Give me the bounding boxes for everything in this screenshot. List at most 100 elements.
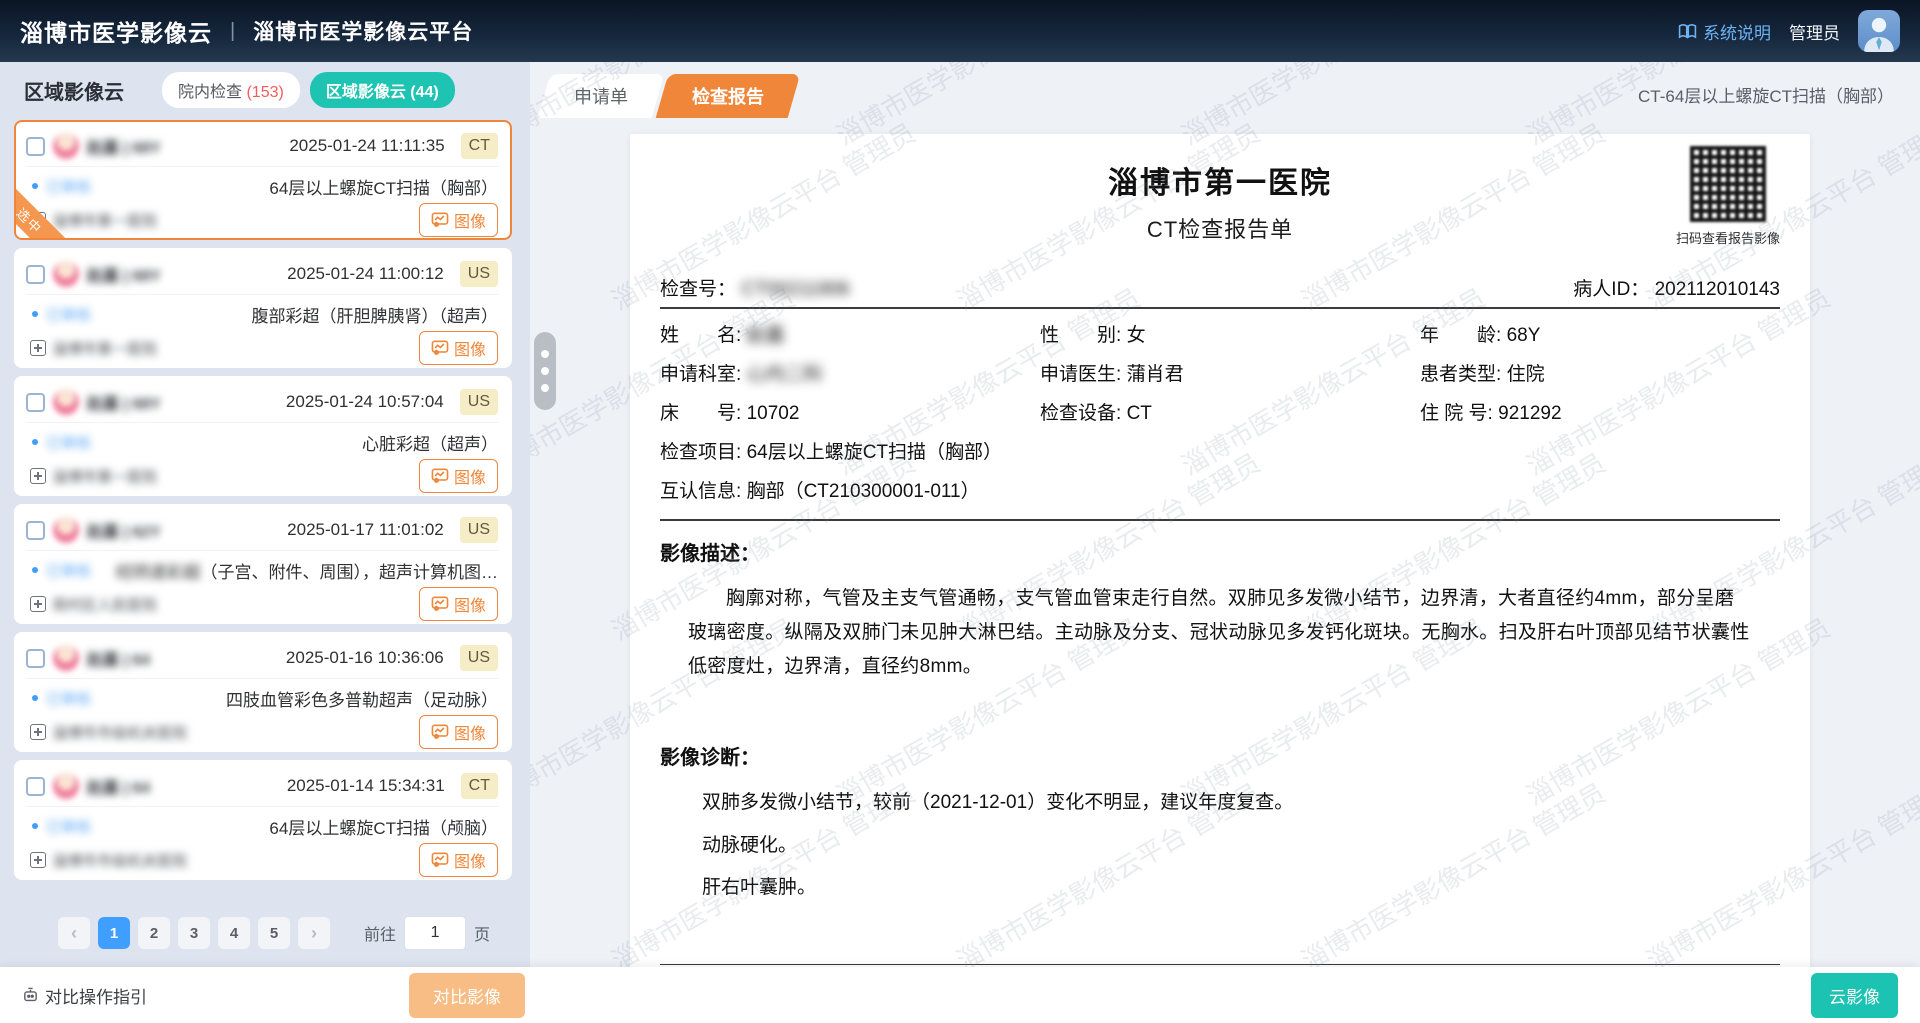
exam-card[interactable]: 赵嘉 | 62Y 2025-01-17 11:01:02 US 已审核 经阴道彩… — [14, 504, 512, 624]
hospital-name: 淄博市第一医院 — [52, 210, 157, 231]
patient-id: 病人ID： 202112010143 — [1573, 274, 1780, 301]
cloud-image-button[interactable]: 云影像 — [1811, 973, 1898, 1018]
tab-exam-report[interactable]: 检查报告 — [656, 74, 801, 118]
page-button-5[interactable]: 5 — [258, 917, 290, 949]
exam-card[interactable]: 赵嘉 | 68Y 2025-01-24 10:57:04 US 已审核 心脏彩超… — [14, 376, 512, 496]
exam-checkbox[interactable] — [26, 137, 45, 156]
patient-info-grid: 姓 名: 赵嘉 性 别: 女 年 龄: 68Y 申请科室: 心内二科 申请医生:… — [660, 321, 1780, 507]
patient-avatar — [53, 645, 79, 671]
qr-code — [1690, 146, 1766, 222]
exam-status: 已审核 — [46, 816, 91, 837]
view-images-label: 图像 — [454, 720, 486, 744]
status-dot-icon — [32, 183, 38, 189]
exam-description: 心脏彩超（超声） — [362, 430, 498, 455]
top-navbar: 淄博市医学影像云 | 淄博市医学影像云平台 系统说明 管理员 — [0, 0, 1920, 62]
tab-hospital-exams[interactable]: 院内检查 (153) — [162, 72, 300, 108]
compare-images-button[interactable]: 对比影像 — [409, 973, 525, 1018]
exam-description: 64层以上螺旋CT扫描（胸部） — [269, 174, 498, 199]
system-help-link[interactable]: 系统说明 — [1678, 19, 1771, 44]
exam-time: 2025-01-24 10:57:04 — [286, 392, 444, 412]
exam-card[interactable]: 赵嘉 | 68Y 2025-01-24 11:11:35 CT 已审核 64层以… — [14, 120, 512, 240]
view-images-label: 图像 — [454, 848, 486, 872]
exam-card[interactable]: 赵嘉 | 64 2025-01-16 10:36:06 US 已审核 四肢血管彩… — [14, 632, 512, 752]
tab-hospital-label: 院内检查 — [178, 84, 242, 101]
report-hospital-title: 淄博市第一医院 — [660, 158, 1780, 202]
exam-time: 2025-01-16 10:36:06 — [286, 648, 444, 668]
exam-card-list: 赵嘉 | 68Y 2025-01-24 11:11:35 CT 已审核 64层以… — [0, 116, 530, 909]
exam-card[interactable]: 赵嘉 | 68Y 2025-01-24 11:00:12 US 已审核 腹部彩超… — [14, 248, 512, 368]
compare-guide-link[interactable]: 对比操作指引 — [22, 983, 147, 1008]
brand-separator: | — [230, 20, 235, 43]
expand-icon[interactable] — [30, 724, 46, 740]
modality-badge: CT — [461, 133, 498, 159]
expand-icon[interactable] — [30, 340, 46, 356]
hospital-name: 淄博市市级机关医院 — [52, 722, 187, 743]
expand-icon[interactable] — [30, 596, 46, 612]
pagination: ‹ 1 2 3 4 5 › 前往 页 — [0, 909, 530, 967]
patient-avatar — [53, 773, 79, 799]
exam-time: 2025-01-24 11:00:12 — [287, 264, 444, 284]
expand-icon[interactable] — [30, 468, 46, 484]
patient-name: 赵嘉 | 64 — [87, 774, 150, 798]
exam-description: 经阴道彩超（子宫、附件、周围），超声计算机图… — [116, 558, 499, 583]
platform-title: 淄博市医学影像云平台 — [253, 16, 473, 46]
user-avatar-icon — [1858, 10, 1900, 52]
status-dot-icon — [32, 695, 38, 701]
patient-avatar — [53, 133, 79, 159]
exam-description: 四肢血管彩色多普勒超声（足动脉） — [226, 686, 498, 711]
bottom-bar: 对比操作指引 对比影像 云影像 — [0, 967, 1920, 1023]
image-icon — [431, 212, 449, 228]
view-images-button[interactable]: 图像 — [419, 459, 498, 493]
expand-icon[interactable] — [30, 852, 46, 868]
patient-id-label: 病人ID： — [1573, 279, 1649, 300]
page-button-4[interactable]: 4 — [218, 917, 250, 949]
exam-checkbox[interactable] — [26, 265, 45, 284]
diag-line: 动脉硬化。 — [702, 831, 1780, 861]
page-button-2[interactable]: 2 — [138, 917, 170, 949]
tab-region-cloud[interactable]: 区域影像云 (44) — [310, 72, 455, 108]
view-images-button[interactable]: 图像 — [419, 331, 498, 365]
view-images-button[interactable]: 图像 — [419, 203, 498, 237]
page-button-3[interactable]: 3 — [178, 917, 210, 949]
exam-status: 已审核 — [46, 432, 91, 453]
book-icon — [1678, 23, 1697, 40]
exam-time: 2025-01-24 11:11:35 — [289, 136, 444, 156]
exam-status: 已审核 — [46, 304, 91, 325]
tab-hospital-count: (153) — [246, 84, 283, 101]
prev-page-button[interactable]: ‹ — [58, 917, 90, 949]
view-images-button[interactable]: 图像 — [419, 587, 498, 621]
patient-id-value: 202112010143 — [1655, 279, 1780, 300]
tab-request-form[interactable]: 申请单 — [538, 74, 665, 118]
avatar[interactable] — [1858, 10, 1900, 52]
exam-no-value: CT00211906 — [741, 279, 849, 300]
hospital-name: 淄博市市级机关医院 — [52, 850, 187, 871]
diag-line: 肝右叶囊肿。 — [702, 873, 1780, 903]
exam-checkbox[interactable] — [26, 777, 45, 796]
page-button-1[interactable]: 1 — [98, 917, 130, 949]
goto-label: 前往 — [364, 921, 396, 945]
exam-checkbox[interactable] — [26, 521, 45, 540]
goto-page-input[interactable] — [404, 916, 466, 950]
exam-description: 腹部彩超（肝胆脾胰肾）（超声） — [252, 302, 499, 327]
exam-checkbox[interactable] — [26, 393, 45, 412]
guide-icon — [22, 987, 39, 1004]
desc-section-title: 影像描述： — [660, 537, 1780, 566]
exam-card[interactable]: 赵嘉 | 64 2025-01-14 15:34:31 CT 已审核 64层以上… — [14, 760, 512, 880]
exam-status: 已审核 — [46, 688, 91, 709]
status-dot-icon — [32, 823, 38, 829]
view-images-label: 图像 — [454, 592, 486, 616]
desc-text: 胸廓对称，气管及主支气管通畅，支气管血管束走行自然。双肺见多发微小结节，边界清，… — [688, 582, 1752, 683]
panel-resize-handle[interactable] — [534, 332, 556, 410]
view-images-button[interactable]: 图像 — [419, 843, 498, 877]
system-help-label: 系统说明 — [1703, 19, 1771, 44]
user-name[interactable]: 管理员 — [1789, 19, 1840, 44]
exam-checkbox[interactable] — [26, 649, 45, 668]
view-images-label: 图像 — [454, 464, 486, 488]
next-page-button[interactable]: › — [298, 917, 330, 949]
sidebar-title: 区域影像云 — [24, 76, 124, 105]
patient-name: 赵嘉 | 68Y — [87, 134, 161, 158]
view-images-button[interactable]: 图像 — [419, 715, 498, 749]
modality-badge: US — [460, 261, 498, 287]
status-dot-icon — [32, 311, 38, 317]
report-title: CT检查报告单 — [660, 212, 1780, 244]
